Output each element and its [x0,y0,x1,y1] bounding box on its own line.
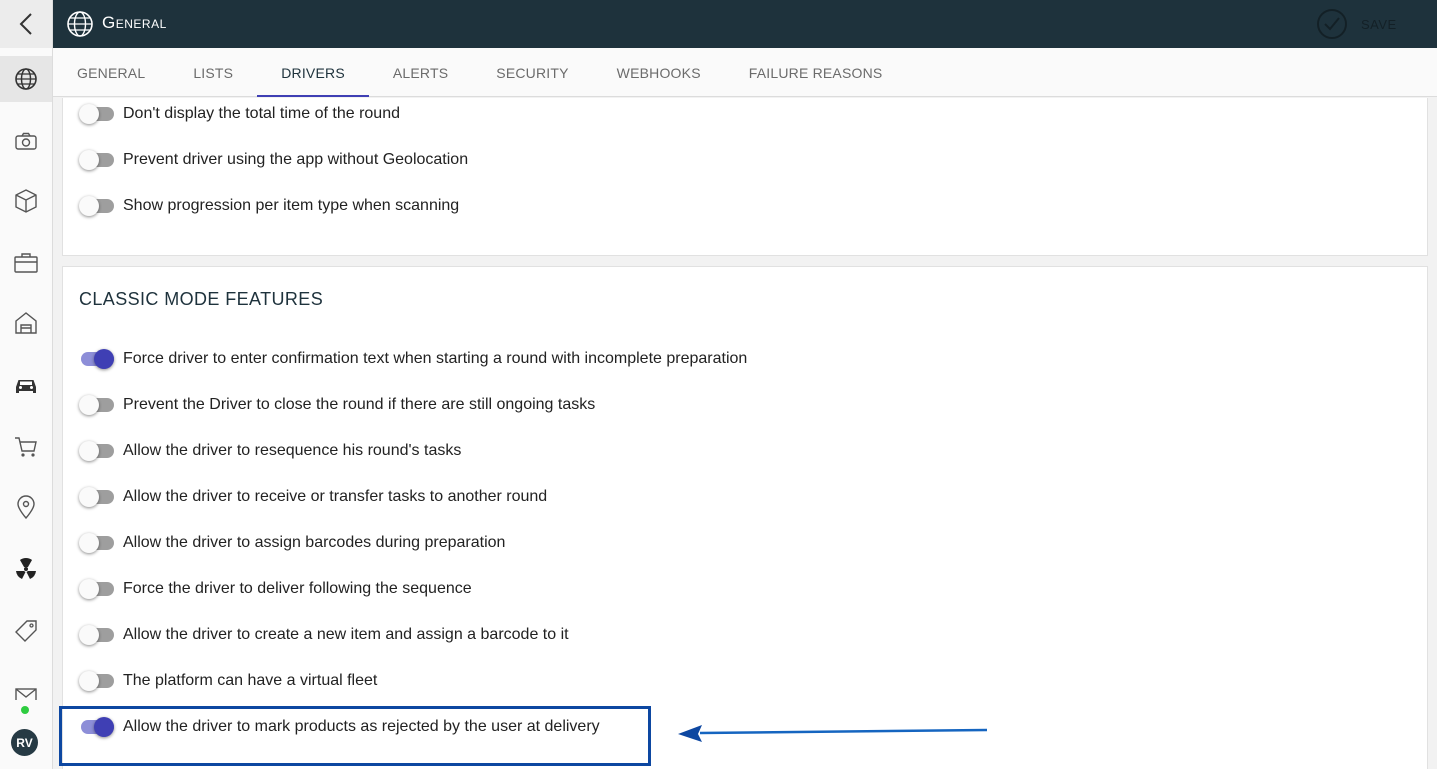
toggle-switch[interactable] [79,625,114,645]
setting-row: Prevent the Driver to close the round if… [79,393,595,417]
check-icon [1317,9,1347,39]
box-icon [15,189,37,213]
sidebar-item-orders[interactable] [0,424,52,470]
back-button[interactable] [0,0,52,48]
settings-content: Don't display the total time of the roun… [53,98,1437,769]
section-title: CLASSIC MODE FEATURES [79,289,324,309]
page-title: General [102,13,167,32]
classic-mode-card: CLASSIC MODE FEATURES Force driver to en… [62,266,1428,769]
chevron-left-icon [19,13,32,35]
toggle-switch[interactable] [79,104,114,124]
setting-label: Don't display the total time of the roun… [123,105,400,122]
briefcase-icon [14,253,38,273]
setting-label: Allow the driver to assign barcodes duri… [123,534,506,551]
toggle-switch[interactable] [79,487,114,507]
setting-label: Prevent the Driver to close the round if… [123,396,596,413]
save-button[interactable]: SAVE [1317,0,1437,48]
warehouse-icon [15,312,37,334]
tab-security[interactable]: SECURITY [472,48,592,97]
setting-row: Show progression per item type when scan… [79,194,459,218]
tab-drivers[interactable]: DRIVERS [257,48,369,97]
setting-label: The platform can have a virtual fleet [123,672,378,689]
sidebar-item-items[interactable] [0,178,52,224]
sidebar-item-camera[interactable] [0,118,52,164]
setting-row: The platform can have a virtual fleet [79,669,377,693]
sidebar-item-hazards[interactable] [0,546,52,592]
sidebar-item-locations[interactable] [0,484,52,530]
arrow-left-icon [678,725,988,742]
sidebar-item-tags[interactable] [0,608,52,654]
highlight-box [59,706,651,766]
tab-general[interactable]: GENERAL [53,48,169,97]
camera-icon [15,132,37,150]
save-label: SAVE [1361,16,1397,32]
sidebar-item-general[interactable] [0,56,52,102]
globe-icon [15,68,37,90]
toggle-switch[interactable] [79,533,114,553]
tab-webhooks[interactable]: WEBHOOKS [593,48,725,97]
setting-row: Allow the driver to create a new item an… [79,623,569,647]
mail-icon [15,688,37,700]
tag-icon [15,620,37,642]
driver-settings-card: Don't display the total time of the roun… [62,98,1428,256]
top-bar: General SAVE [53,0,1437,48]
cart-icon [15,437,37,457]
toggle-switch[interactable] [79,579,114,599]
map-pin-icon [17,495,35,520]
setting-row: Force the driver to deliver following th… [79,577,472,601]
setting-label: Prevent driver using the app without Geo… [123,151,469,168]
avatar[interactable]: RV [11,729,38,756]
hazard-icon [16,558,36,579]
setting-label: Show progression per item type when scan… [123,197,460,214]
setting-row: Force driver to enter confirmation text … [79,347,747,371]
toggle-switch[interactable] [79,441,114,461]
sidebar-item-hubs[interactable] [0,300,52,346]
setting-label: Force driver to enter confirmation text … [123,350,748,367]
setting-label: Force the driver to deliver following th… [123,580,472,597]
toggle-switch[interactable] [79,349,114,369]
setting-row: Allow the driver to receive or transfer … [79,485,547,509]
setting-row: Allow the driver to assign barcodes duri… [79,531,505,555]
toggle-switch[interactable] [79,395,114,415]
globe-icon [67,11,93,37]
setting-label: Allow the driver to receive or transfer … [123,488,548,505]
sidebar-item-business[interactable] [0,240,52,286]
tab-failure-reasons[interactable]: FAILURE REASONS [725,48,907,97]
tab-bar: GENERAL LISTS DRIVERS ALERTS SECURITY WE… [53,48,1437,97]
car-icon [16,380,36,393]
setting-row: Don't display the total time of the roun… [79,102,400,126]
toggle-switch[interactable] [79,196,114,216]
setting-row: Allow the driver to resequence his round… [79,439,461,463]
setting-label: Allow the driver to create a new item an… [123,626,569,643]
online-status-dot [21,706,29,714]
sidebar: RV [0,0,53,769]
toggle-switch[interactable] [79,150,114,170]
setting-label: Allow the driver to resequence his round… [123,442,462,459]
tab-lists[interactable]: LISTS [169,48,257,97]
tab-alerts[interactable]: ALERTS [369,48,472,97]
toggle-switch[interactable] [79,671,114,691]
setting-row: Prevent driver using the app without Geo… [79,148,468,172]
sidebar-item-messages[interactable] [0,670,52,700]
sidebar-item-drivers[interactable] [0,362,52,408]
